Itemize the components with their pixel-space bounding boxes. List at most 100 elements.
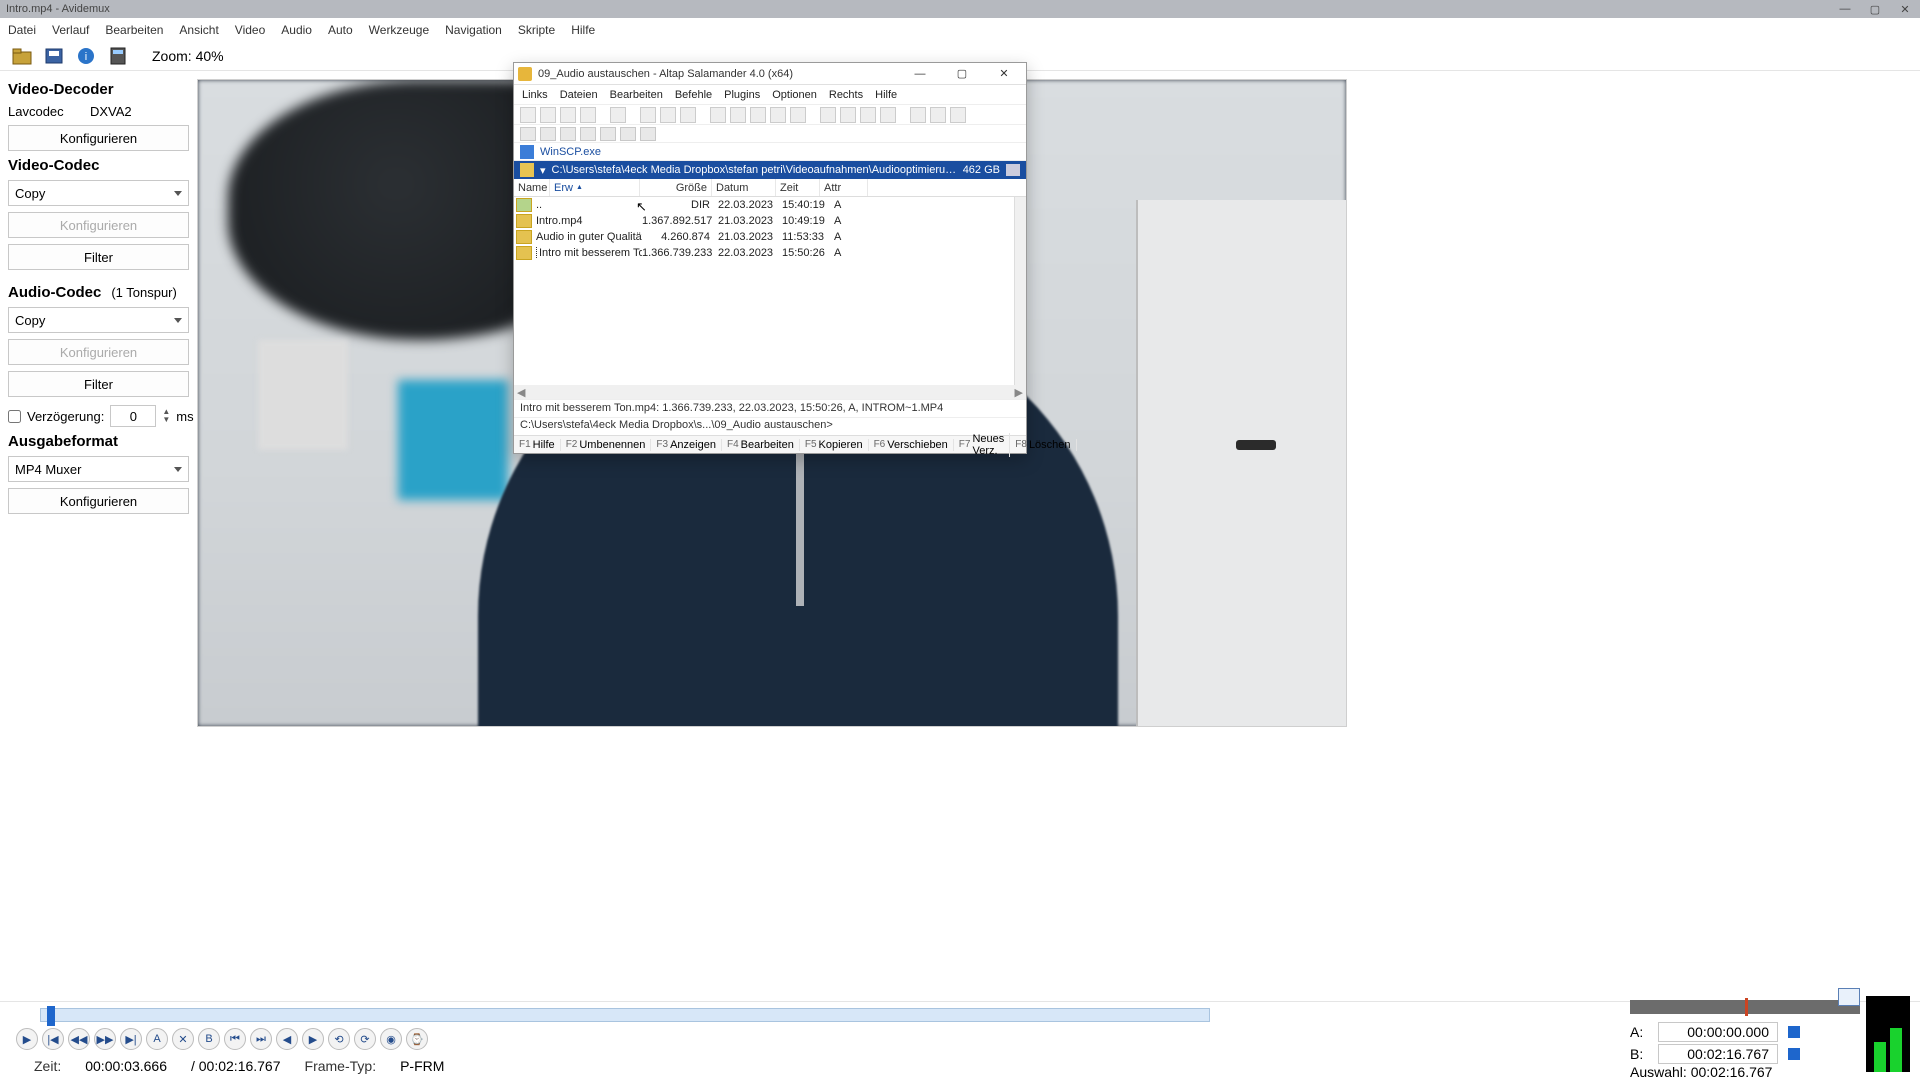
timeline[interactable]: [40, 1008, 1210, 1022]
winscp-icon[interactable]: [520, 145, 534, 159]
file-list[interactable]: ↖ ..DIR22.03.202315:40:19AIntro.mp41.367…: [514, 197, 1026, 385]
avidemux-close[interactable]: ✕: [1890, 0, 1920, 18]
save-video-icon[interactable]: [42, 44, 66, 68]
avidemux-minimize[interactable]: —: [1830, 0, 1860, 18]
tb-refresh-icon[interactable]: [770, 107, 786, 123]
avidemux-titlebar[interactable]: Intro.mp4 - Avidemux — ▢ ✕: [0, 0, 1920, 18]
delay-input[interactable]: [110, 405, 156, 427]
marker-set-button[interactable]: ◉: [380, 1028, 402, 1050]
keyframe-fwd-button[interactable]: ⏭: [250, 1028, 272, 1050]
calculator-icon[interactable]: [106, 44, 130, 68]
go-start-button[interactable]: |◀: [42, 1028, 64, 1050]
fkey-bearbeiten[interactable]: F4Bearbeiten: [722, 439, 800, 451]
drive-net-icon[interactable]: [580, 127, 596, 141]
mute-toggle[interactable]: [1838, 988, 1860, 1006]
tb-cut-icon[interactable]: [640, 107, 656, 123]
file-row[interactable]: ..DIR22.03.202315:40:19A: [514, 197, 1026, 213]
tb-settings-icon[interactable]: [950, 107, 966, 123]
file-row[interactable]: Audio in guter Qualität.mp34.260.87421.0…: [514, 229, 1026, 245]
fkey-neues-verz-[interactable]: F7Neues Verz.: [954, 433, 1010, 457]
audio-filter-button[interactable]: Filter: [8, 371, 189, 397]
menu-verlauf[interactable]: Verlauf: [52, 23, 89, 37]
menu-audio[interactable]: Audio: [281, 23, 312, 37]
menu-bearbeiten[interactable]: Bearbeiten: [105, 23, 163, 37]
sal-menu-bearbeiten[interactable]: Bearbeiten: [610, 89, 663, 101]
menu-skripte[interactable]: Skripte: [518, 23, 555, 37]
fkey-verschieben[interactable]: F6Verschieben: [869, 439, 954, 451]
command-line[interactable]: C:\Users\stefa\4eck Media Dropbox\s...\0…: [514, 417, 1026, 435]
col-erw[interactable]: Erw: [550, 179, 640, 196]
scrollbar-horizontal[interactable]: ◀▶: [514, 385, 1026, 399]
time-jump-button[interactable]: ⌚: [406, 1028, 428, 1050]
audio-codec-select[interactable]: Copy: [8, 307, 189, 333]
fkey-umbenennen[interactable]: F2Umbenennen: [561, 439, 652, 451]
menu-datei[interactable]: Datei: [8, 23, 36, 37]
mark-b-button[interactable]: B: [198, 1028, 220, 1050]
tb-compare-icon[interactable]: [750, 107, 766, 123]
menu-auto[interactable]: Auto: [328, 23, 353, 37]
col-date[interactable]: Datum: [712, 179, 776, 196]
menu-ansicht[interactable]: Ansicht: [179, 23, 218, 37]
launch-item-winscp[interactable]: WinSCP.exe: [540, 146, 601, 158]
keyframe-back-button[interactable]: ⏮: [224, 1028, 246, 1050]
salamander-window[interactable]: 09_Audio austauschen - Altap Salamander …: [513, 62, 1027, 454]
sal-menu-optionen[interactable]: Optionen: [772, 89, 817, 101]
step-back-button[interactable]: ◀◀: [68, 1028, 90, 1050]
vu-slider[interactable]: [1630, 1000, 1860, 1014]
menu-navigation[interactable]: Navigation: [445, 23, 502, 37]
tb-filter-icon[interactable]: [610, 107, 626, 123]
salamander-close[interactable]: ✕: [986, 63, 1022, 85]
black-back-button[interactable]: ◀: [276, 1028, 298, 1050]
drive-fav-icon[interactable]: [600, 127, 616, 141]
col-attr[interactable]: Attr: [820, 179, 868, 196]
cut-fwd-button[interactable]: ⟳: [354, 1028, 376, 1050]
avidemux-maximize[interactable]: ▢: [1860, 0, 1890, 18]
play-button[interactable]: ▶: [16, 1028, 38, 1050]
drive-plugin-icon[interactable]: [620, 127, 636, 141]
col-name[interactable]: Name: [514, 179, 550, 196]
output-config-button[interactable]: Konfigurieren: [8, 488, 189, 514]
output-select[interactable]: MP4 Muxer: [8, 456, 189, 482]
sal-menu-befehle[interactable]: Befehle: [675, 89, 712, 101]
fkey-hilfe[interactable]: F1Hilfe: [514, 439, 561, 451]
go-end-button[interactable]: ▶|: [120, 1028, 142, 1050]
tb-fwd-icon[interactable]: [560, 107, 576, 123]
sal-menu-hilfe[interactable]: Hilfe: [875, 89, 897, 101]
fkey-kopieren[interactable]: F5Kopieren: [800, 439, 869, 451]
salamander-minimize[interactable]: —: [902, 63, 938, 85]
delay-stepper[interactable]: ▲▼: [162, 408, 170, 424]
mark-clear-button[interactable]: ✕: [172, 1028, 194, 1050]
sal-menu-links[interactable]: Links: [522, 89, 548, 101]
audio-delay-checkbox[interactable]: [8, 410, 21, 423]
sal-menu-dateien[interactable]: Dateien: [560, 89, 598, 101]
tb-drive-icon[interactable]: [860, 107, 876, 123]
cut-back-button[interactable]: ⟲: [328, 1028, 350, 1050]
tb-find-icon[interactable]: [820, 107, 836, 123]
drive-c-icon[interactable]: [540, 127, 556, 141]
scrollbar-vertical[interactable]: [1014, 197, 1026, 385]
tb-back-icon[interactable]: [540, 107, 556, 123]
salamander-maximize[interactable]: ▢: [944, 63, 980, 85]
tb-list-icon[interactable]: [880, 107, 896, 123]
tb-terminal-icon[interactable]: [790, 107, 806, 123]
fkey-l-schen[interactable]: F8Löschen: [1010, 439, 1076, 451]
drive-a-icon[interactable]: [520, 127, 536, 141]
tb-extract-icon[interactable]: [730, 107, 746, 123]
open-icon[interactable]: [10, 44, 34, 68]
step-fwd-button[interactable]: ▶▶: [94, 1028, 116, 1050]
tb-up-icon[interactable]: [580, 107, 596, 123]
decoder-config-button[interactable]: Konfigurieren: [8, 125, 189, 151]
black-fwd-button[interactable]: ▶: [302, 1028, 324, 1050]
video-filter-button[interactable]: Filter: [8, 244, 189, 270]
info-icon[interactable]: i: [74, 44, 98, 68]
drive-more-icon[interactable]: [640, 127, 656, 141]
file-row[interactable]: Intro.mp41.367.892.51721.03.202310:49:19…: [514, 213, 1026, 229]
tb-archive-icon[interactable]: [710, 107, 726, 123]
sal-menu-plugins[interactable]: Plugins: [724, 89, 760, 101]
timeline-playhead[interactable]: [47, 1006, 55, 1026]
tb-view-icon[interactable]: [840, 107, 856, 123]
menu-video[interactable]: Video: [235, 23, 265, 37]
tb-paste-icon[interactable]: [680, 107, 696, 123]
salamander-pathbar[interactable]: ▾ C:\Users\stefa\4eck Media Dropbox\stef…: [514, 161, 1026, 179]
tb-copy-icon[interactable]: [660, 107, 676, 123]
